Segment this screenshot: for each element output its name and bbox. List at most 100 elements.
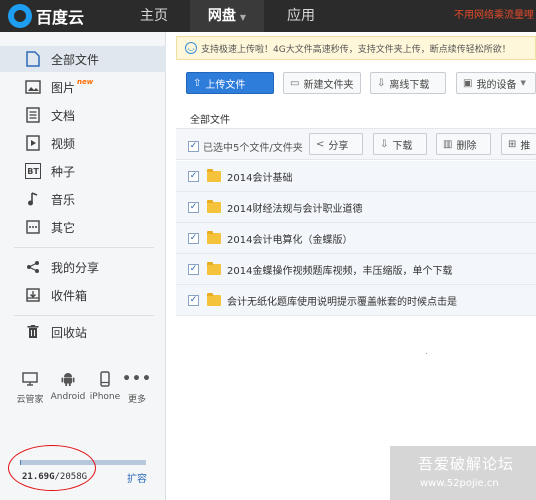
row-checkbox[interactable]: ✓: [188, 201, 199, 213]
devices-icon: ▣: [463, 77, 473, 89]
more-actions-button[interactable]: ⊞ 推: [501, 133, 536, 155]
row-checkbox[interactable]: ✓: [188, 170, 199, 182]
sidebar-item-documents[interactable]: 文档: [0, 102, 166, 128]
more-actions-label: 推: [520, 140, 531, 152]
file-row[interactable]: ✓ 2014会计电算化（金蝶版）: [176, 223, 536, 254]
folder-icon: [207, 168, 221, 182]
sidebar-item-my-shares[interactable]: 我的分享: [0, 254, 166, 280]
watermark-url: www.52pojie.cn: [420, 478, 499, 489]
sidebar-item-label: 图片: [51, 80, 76, 95]
file-icon: [25, 51, 41, 67]
sidebar-item-torrents[interactable]: BT 种子: [0, 158, 166, 184]
upload-button[interactable]: ⇧ 上传文件: [186, 72, 274, 94]
select-all-checkbox[interactable]: ✓: [188, 141, 199, 152]
new-badge: new: [77, 78, 94, 86]
select-all[interactable]: ✓ 已选中5个文件/文件夹: [188, 139, 303, 154]
monitor-icon: [22, 370, 38, 388]
sidebar-item-label: 我的分享: [51, 260, 100, 275]
folder-icon: [207, 261, 221, 275]
sidebar-item-all-files[interactable]: 全部文件: [0, 46, 166, 72]
offline-download-icon: ⇩: [377, 77, 386, 89]
ellipsis-icon: •••: [122, 371, 152, 387]
device-android[interactable]: Android: [49, 370, 87, 402]
my-devices-label: 我的设备: [476, 79, 517, 91]
smile-icon: ◡: [185, 42, 197, 54]
logo-text: 百度云: [36, 8, 85, 27]
download-button[interactable]: ⇩ 下载: [373, 133, 427, 155]
device-label: 更多: [127, 395, 146, 405]
file-row[interactable]: ✓ 2014金蝶操作视频题库视频，丰压缩版，单个下载: [176, 254, 536, 285]
device-label: 云管家: [16, 395, 44, 405]
download-icon: ⇩: [380, 138, 389, 150]
row-checkbox[interactable]: ✓: [188, 232, 199, 244]
sidebar-item-video[interactable]: 视频: [0, 130, 166, 156]
sidebar-item-label: 种子: [51, 164, 76, 179]
file-name[interactable]: 2014金蝶操作视频题库视频，丰压缩版，单个下载: [227, 262, 452, 277]
new-folder-button[interactable]: ▭ 新建文件夹: [283, 72, 361, 94]
sidebar-divider: [14, 247, 154, 248]
my-devices-button[interactable]: ▣ 我的设备 ▼: [456, 72, 536, 94]
device-cloud-manager[interactable]: 云管家: [11, 370, 49, 405]
row-checkbox[interactable]: ✓: [188, 294, 199, 306]
nav-home[interactable]: 主页: [126, 0, 182, 32]
sidebar-item-label: 全部文件: [51, 52, 100, 67]
cloud-logo-icon: [8, 4, 32, 28]
baidu-cloud-logo[interactable]: 百度云: [8, 4, 84, 28]
bt-icon: BT: [25, 163, 41, 179]
sidebar-item-label: 文档: [51, 108, 76, 123]
video-icon: [25, 135, 41, 151]
folder-icon: [207, 199, 221, 213]
folder-icon: [207, 292, 221, 306]
sidebar-item-label: 其它: [51, 220, 76, 235]
nav-apps[interactable]: 应用: [270, 0, 332, 32]
phone-icon: [100, 370, 110, 388]
file-row[interactable]: ✓ 2014财经法规与会计职业道德: [176, 192, 536, 223]
nav-disk[interactable]: 网盘 ▼: [190, 0, 264, 32]
share-icon: <: [316, 138, 325, 150]
inbox-icon: [25, 287, 41, 303]
sidebar-item-other[interactable]: 其它: [0, 214, 166, 240]
document-icon: [25, 107, 41, 123]
breadcrumb[interactable]: 全部文件: [190, 111, 230, 126]
file-name[interactable]: 会计无纸化题库使用说明提示覆盖帐套的时候点击是: [227, 293, 457, 308]
sidebar-item-recycle-bin[interactable]: 回收站: [0, 319, 166, 345]
share-icon: [25, 259, 41, 275]
upload-label: 上传文件: [205, 79, 246, 91]
offline-download-button[interactable]: ⇩ 离线下载: [370, 72, 446, 94]
move-icon: ⊞: [508, 138, 517, 150]
download-label: 下载: [392, 140, 413, 152]
file-name[interactable]: 2014会计电算化（金蝶版）: [227, 231, 352, 246]
notice-banner: ◡ 支持极速上传啦！4G大文件高速秒传，支持文件夹上传，断点续传轻松所欲！: [176, 36, 536, 60]
device-label: iPhone: [89, 392, 121, 402]
file-name[interactable]: 2014财经法规与会计职业道德: [227, 200, 362, 215]
new-folder-label: 新建文件夹: [303, 79, 354, 91]
sidebar-item-label: 视频: [51, 136, 76, 151]
delete-label: 删除: [456, 140, 477, 152]
sidebar-divider: [14, 315, 154, 316]
row-checkbox[interactable]: ✓: [188, 263, 199, 275]
folder-icon: [207, 230, 221, 244]
sidebar-item-images[interactable]: 图片 new: [0, 74, 166, 100]
sidebar: 全部文件 图片 new 文档 视频 BT 种子 音乐 其它 我的分享 收件箱 回…: [0, 32, 166, 500]
watermark-title: 吾爱破解论坛: [418, 455, 515, 473]
selection-count-label: 已选中5个文件/文件夹: [203, 143, 303, 154]
selection-bar: ✓ 已选中5个文件/文件夹 < 分享 ⇩ 下载 ▥ 删除 ⊞ 推: [176, 128, 536, 160]
share-button[interactable]: < 分享: [309, 133, 363, 155]
expand-storage-link[interactable]: 扩容: [127, 470, 147, 485]
device-label: Android: [50, 392, 86, 402]
delete-button[interactable]: ▥ 删除: [436, 133, 491, 155]
sidebar-item-inbox[interactable]: 收件箱: [0, 282, 166, 308]
trash-icon: ▥: [443, 138, 453, 150]
file-name[interactable]: 2014会计基础: [227, 169, 292, 184]
sidebar-item-music[interactable]: 音乐: [0, 186, 166, 212]
folder-plus-icon: ▭: [290, 77, 300, 89]
file-row[interactable]: ✓ 2014会计基础: [176, 161, 536, 192]
more-icon: [25, 219, 41, 235]
device-more[interactable]: ••• 更多: [118, 370, 156, 405]
file-row[interactable]: ✓ 会计无纸化题库使用说明提示覆盖帐套的时候点击是: [176, 285, 536, 316]
top-promo-tip[interactable]: 不用网络乘流量哩: [454, 0, 534, 32]
notice-text: 支持极速上传啦！4G大文件高速秒传，支持文件夹上传，断点续传轻松所欲！: [201, 44, 511, 55]
chevron-down-icon: ▼: [520, 79, 526, 87]
android-icon: [61, 370, 75, 388]
offline-download-label: 离线下载: [389, 79, 430, 91]
